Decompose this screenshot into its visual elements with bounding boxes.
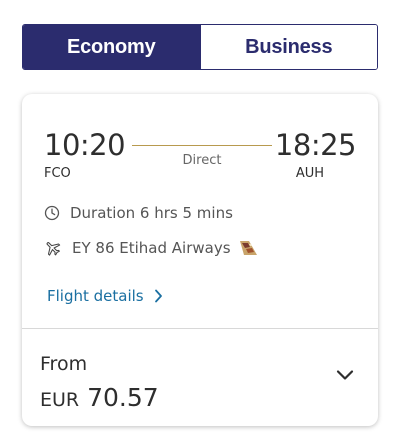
card-divider	[22, 328, 378, 329]
flight-card: 10:20 FCO Direct 18:25 AUH Duration 6 hr…	[22, 94, 378, 426]
chevron-right-icon	[154, 289, 162, 303]
business-tab[interactable]: Business	[199, 25, 377, 69]
departure-airport-code: FCO	[44, 166, 71, 181]
flight-details-label: Flight details	[47, 287, 144, 305]
expand-fare-button[interactable]	[336, 366, 354, 385]
clock-icon	[44, 205, 60, 221]
chevron-down-icon	[336, 370, 354, 380]
airplane-icon	[46, 242, 61, 256]
departure-time: 10:20	[44, 128, 126, 162]
from-label: From	[40, 353, 88, 375]
route-line	[132, 145, 272, 146]
stops-label: Direct	[182, 153, 222, 168]
arrival-airport-code: AUH	[295, 166, 324, 181]
flight-number-text: EY 86 Etihad Airways	[72, 239, 231, 257]
duration-row: Duration 6 hrs 5 mins	[44, 204, 233, 222]
arrival-time: 18:25	[274, 128, 357, 162]
etihad-tail-logo	[239, 241, 257, 255]
fare-amount: 70.57	[87, 383, 159, 412]
flight-details-link[interactable]: Flight details	[47, 287, 163, 305]
economy-tab[interactable]: Economy	[23, 25, 200, 69]
fare-price: EUR 70.57	[40, 383, 159, 412]
duration-text: Duration 6 hrs 5 mins	[70, 204, 233, 222]
fare-currency: EUR	[40, 389, 80, 411]
cabin-class-toggle: Economy Business	[22, 24, 378, 70]
flight-number-row: EY 86 Etihad Airways	[44, 239, 269, 257]
